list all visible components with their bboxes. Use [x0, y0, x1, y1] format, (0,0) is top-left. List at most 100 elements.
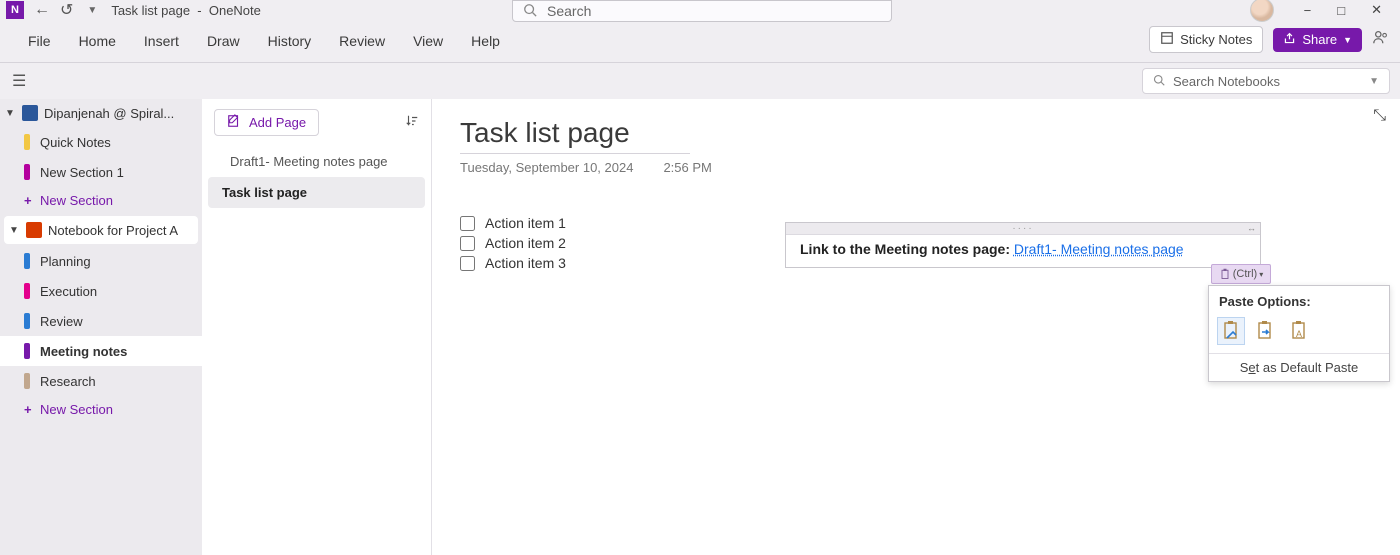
task-text[interactable]: Action item 3	[485, 255, 566, 271]
quick-access-nav: ← ↺	[34, 0, 73, 20]
page-title[interactable]: Task list page	[460, 117, 690, 154]
chevron-down-icon[interactable]: ▼	[1369, 76, 1379, 87]
ribbon: File Home Insert Draw History Review Vie…	[0, 20, 1400, 63]
caret-down-icon: ▾	[1259, 270, 1263, 279]
add-section-button[interactable]: + New Section	[0, 396, 202, 423]
task-checkbox[interactable]	[460, 256, 475, 271]
user-avatar[interactable]	[1250, 0, 1274, 22]
ribbon-tab-home[interactable]: Home	[65, 27, 130, 55]
note-container[interactable]: ···· ↔ Link to the Meeting notes page: D…	[785, 222, 1261, 268]
notebook-header-1[interactable]: ▼ Dipanjenah @ Spiral...	[0, 99, 202, 127]
page-date: Tuesday, September 10, 2024	[460, 160, 633, 175]
resize-handle-icon[interactable]: ↔	[1247, 223, 1258, 233]
plus-icon: +	[24, 193, 30, 208]
section-color-tab	[24, 134, 30, 150]
paste-keep-source-formatting[interactable]	[1217, 317, 1245, 345]
paste-options-flyout: Paste Options: A Set as Default Paste	[1208, 285, 1390, 382]
note-container-handle[interactable]: ···· ↔	[786, 223, 1260, 235]
ribbon-tab-history[interactable]: History	[254, 27, 326, 55]
undo-icon[interactable]: ↺	[60, 0, 73, 20]
task-checkbox[interactable]	[460, 236, 475, 251]
pages-panel: Add Page Draft1- Meeting notes page Task…	[202, 99, 432, 555]
note-body[interactable]: Link to the Meeting notes page: Draft1- …	[786, 235, 1260, 267]
notebook-header-2[interactable]: ▼ Notebook for Project A	[4, 216, 198, 244]
page-item-draft1[interactable]: Draft1- Meeting notes page	[202, 146, 431, 177]
titlebar-search[interactable]: Search	[512, 0, 892, 22]
ribbon-tab-help[interactable]: Help	[457, 27, 514, 55]
sticky-notes-label: Sticky Notes	[1180, 32, 1252, 47]
section-color-tab	[24, 164, 30, 180]
section-color-tab	[24, 343, 30, 359]
ribbon-tab-review[interactable]: Review	[325, 27, 399, 55]
ribbon-tab-draw[interactable]: Draw	[193, 27, 254, 55]
minimize-icon[interactable]: −	[1304, 3, 1312, 18]
notebook-sidebar: ▼ Dipanjenah @ Spiral... Quick Notes New…	[0, 99, 202, 555]
svg-text:A: A	[1296, 329, 1302, 339]
expand-icon[interactable]: ⤡	[1373, 107, 1386, 125]
add-section-label: New Section	[40, 193, 113, 208]
paste-text-only[interactable]: A	[1285, 317, 1313, 345]
compose-icon	[227, 114, 241, 131]
add-section-button[interactable]: + New Section	[0, 187, 202, 214]
sticky-notes-button[interactable]: Sticky Notes	[1149, 26, 1263, 53]
close-icon[interactable]: ✕	[1371, 2, 1382, 18]
ribbon-tab-view[interactable]: View	[399, 27, 457, 55]
people-icon[interactable]	[1372, 28, 1390, 51]
paste-merge-formatting[interactable]	[1251, 317, 1279, 345]
notebook-search-placeholder: Search Notebooks	[1173, 74, 1280, 89]
onenote-app-icon: N	[6, 1, 24, 19]
section-color-tab	[24, 313, 30, 329]
task-text[interactable]: Action item 1	[485, 215, 566, 231]
plus-icon: +	[24, 402, 30, 417]
section-execution[interactable]: Execution	[0, 276, 202, 306]
chevron-down-icon: ▼	[8, 225, 20, 236]
section-meeting-notes[interactable]: Meeting notes	[0, 336, 202, 366]
search-icon	[523, 3, 537, 20]
sort-icon[interactable]	[405, 114, 419, 131]
page-item-task-list[interactable]: Task list page	[208, 177, 425, 208]
section-label: Meeting notes	[40, 344, 127, 359]
section-label: Quick Notes	[40, 135, 111, 150]
section-color-tab	[24, 283, 30, 299]
set-default-post: t as Default Paste	[1256, 360, 1359, 375]
add-page-button[interactable]: Add Page	[214, 109, 319, 136]
task-checkbox[interactable]	[460, 216, 475, 231]
qat-dropdown-icon[interactable]: ▼	[87, 5, 97, 16]
notebook-icon	[22, 105, 38, 121]
section-label: New Section 1	[40, 165, 124, 180]
page-time: 2:56 PM	[663, 160, 711, 175]
set-default-paste[interactable]: Set as Default Paste	[1209, 354, 1389, 381]
hamburger-icon[interactable]: ☰	[12, 71, 26, 91]
paste-ctrl-label: (Ctrl)	[1233, 268, 1257, 280]
back-icon[interactable]: ←	[34, 1, 50, 19]
sticky-note-icon	[1160, 31, 1174, 48]
share-button[interactable]: Share ▼	[1273, 28, 1362, 52]
task-text[interactable]: Action item 2	[485, 235, 566, 251]
share-label: Share	[1302, 32, 1337, 47]
share-icon	[1283, 32, 1296, 48]
maximize-icon[interactable]: □	[1337, 3, 1345, 18]
window-controls: − □ ✕	[1250, 0, 1400, 20]
chevron-down-icon: ▼	[1343, 35, 1352, 45]
section-label: Execution	[40, 284, 97, 299]
window-title: Task list page - OneNote	[111, 3, 261, 18]
ribbon-tab-file[interactable]: File	[14, 27, 65, 55]
meeting-notes-link[interactable]: Draft1- Meeting notes page	[1014, 241, 1184, 257]
section-label: Review	[40, 314, 83, 329]
section-planning[interactable]: Planning	[0, 246, 202, 276]
notebook-name: Notebook for Project A	[48, 223, 178, 238]
section-new-section-1[interactable]: New Section 1	[0, 157, 202, 187]
notebook-search[interactable]: Search Notebooks ▼	[1142, 68, 1390, 94]
link-note-label: Link to the Meeting notes page:	[800, 241, 1014, 257]
section-review[interactable]: Review	[0, 306, 202, 336]
ribbon-tab-insert[interactable]: Insert	[130, 27, 193, 55]
search-icon	[1153, 74, 1165, 89]
clipboard-icon	[1219, 268, 1231, 280]
add-page-label: Add Page	[249, 115, 306, 130]
titlebar-search-placeholder: Search	[547, 3, 591, 19]
section-quick-notes[interactable]: Quick Notes	[0, 127, 202, 157]
paste-ctrl-chip[interactable]: (Ctrl) ▾	[1211, 264, 1271, 284]
section-color-tab	[24, 373, 30, 389]
set-default-accel: e	[1248, 360, 1255, 375]
section-research[interactable]: Research	[0, 366, 202, 396]
